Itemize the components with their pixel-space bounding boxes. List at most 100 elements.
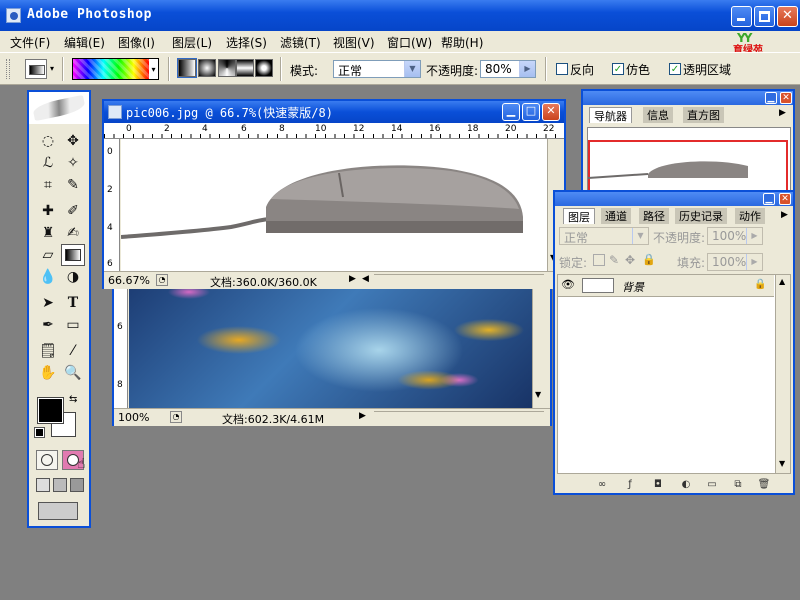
radial-gradient-button[interactable] [198, 59, 216, 77]
blend-mode-select[interactable]: 正常 ▼ [559, 227, 649, 245]
notes-tool-icon[interactable]: 🗒 [36, 340, 60, 362]
zoom-level[interactable]: 66.67% [108, 274, 150, 287]
lasso-tool-icon[interactable]: ℒ [36, 152, 60, 174]
crop-tool-icon[interactable]: ⌗ [36, 174, 60, 196]
document-close-button[interactable]: ✕ [542, 103, 560, 121]
layer-style-icon[interactable]: ƒ [623, 479, 637, 491]
tool-preset-dropdown-arrow[interactable]: ▾ [47, 59, 57, 79]
tab-histogram[interactable]: 直方图 [683, 107, 724, 123]
document-minimize-button[interactable]: ▁ [502, 103, 520, 121]
lock-all-icon[interactable]: 🔒 [642, 253, 656, 266]
hand-tool-icon[interactable]: ✋ [36, 362, 60, 384]
jump-to-imageready-button[interactable] [38, 502, 78, 520]
tab-paths[interactable]: 路径 [639, 208, 669, 224]
minimize-button[interactable] [731, 6, 752, 27]
trash-icon[interactable]: 🗑 [757, 479, 771, 491]
menu-layer[interactable]: 图层(L) [172, 34, 212, 51]
close-button[interactable]: ✕ [777, 6, 798, 27]
standard-screen-mode-button[interactable] [36, 478, 50, 492]
fish-image-canvas[interactable] [129, 280, 532, 408]
tab-actions[interactable]: 动作 [735, 208, 765, 224]
maximize-button[interactable] [754, 6, 775, 27]
options-bar-grip[interactable] [6, 59, 10, 79]
zoom-level[interactable]: 100% [118, 411, 149, 424]
foreground-color-swatch-front[interactable] [37, 397, 64, 424]
layer-row[interactable]: 👁 背景 🔒 [558, 275, 774, 297]
menu-file[interactable]: 文件(F) [10, 34, 50, 51]
full-screen-mode-button[interactable] [70, 478, 84, 492]
magic-wand-tool-icon[interactable]: ✧ [61, 152, 85, 174]
document-window-front[interactable]: pic006.jpg @ 66.7%(快速蒙版/8) ▁ □ ✕ 0 2 4 6… [102, 99, 566, 289]
pen-tool-icon[interactable]: ✒ [36, 314, 60, 336]
navigator-preview[interactable] [587, 127, 791, 195]
scroll-left-icon[interactable]: ◀ [362, 274, 369, 284]
path-selection-tool-icon[interactable]: ➤ [36, 292, 60, 314]
new-layer-icon[interactable]: ⧉ [731, 479, 745, 491]
status-menu-icon[interactable]: ◔ [170, 411, 182, 423]
eyedropper-tool-icon[interactable]: ⁄ [61, 340, 85, 362]
opacity-slider-arrow[interactable]: ▶ [746, 228, 762, 244]
eraser-tool-icon[interactable]: ▱ [36, 244, 60, 266]
navigator-panel-header[interactable]: ▁ ✕ [583, 91, 793, 105]
gradient-picker[interactable] [72, 58, 150, 80]
menu-view[interactable]: 视图(V) [333, 34, 375, 51]
app-title-bar[interactable]: Adobe Photoshop ✕ [0, 0, 800, 31]
status-menu-icon[interactable]: ◔ [156, 274, 168, 286]
clone-stamp-tool-icon[interactable]: ♜ [36, 222, 60, 244]
new-group-icon[interactable]: ▭ [705, 479, 719, 491]
lock-pixels-icon[interactable]: ✎ [609, 253, 619, 267]
status-arrow-icon[interactable]: ▶ [349, 274, 356, 284]
tab-navigator[interactable]: 导航器 [589, 107, 632, 123]
brush-tool-icon[interactable]: ✐ [61, 200, 85, 222]
menu-help[interactable]: 帮助(H) [441, 34, 483, 51]
opacity-slider-arrow[interactable]: ▶ [519, 61, 535, 77]
tab-layers[interactable]: 图层 [563, 208, 595, 224]
panel-menu-icon[interactable]: ▶ [781, 210, 788, 220]
menu-select[interactable]: 选择(S) [226, 34, 267, 51]
fill-slider-arrow[interactable]: ▶ [746, 254, 762, 270]
swap-colors-icon[interactable]: ⇆ [69, 394, 77, 405]
healing-brush-tool-icon[interactable]: ✚ [36, 200, 60, 222]
horizontal-scrollbar[interactable] [374, 274, 544, 288]
scroll-down-icon[interactable]: ▼ [535, 390, 541, 399]
panel-menu-icon[interactable]: ▶ [779, 108, 786, 118]
tab-history[interactable]: 历史记录 [675, 208, 727, 224]
zoom-tool-icon[interactable]: 🔍 [61, 362, 85, 384]
linear-gradient-button[interactable] [177, 58, 197, 78]
panel-close-button[interactable]: ✕ [780, 92, 792, 104]
tool-preset-picker[interactable] [25, 59, 47, 79]
link-layers-icon[interactable]: ∞ [595, 479, 609, 491]
tab-info[interactable]: 信息 [643, 107, 673, 123]
marquee-tool-icon[interactable]: ◌ [36, 130, 60, 152]
add-mask-icon[interactable]: ◘ [651, 479, 665, 491]
dither-checkbox[interactable]: ✓ [612, 63, 624, 75]
mouse-image-canvas[interactable] [121, 139, 547, 271]
blur-tool-icon[interactable]: 💧 [36, 266, 60, 288]
type-tool-icon[interactable]: T [61, 292, 85, 314]
angle-gradient-button[interactable] [218, 59, 236, 77]
move-tool-icon[interactable]: ✥ [61, 130, 85, 152]
full-screen-menu-mode-button[interactable] [53, 478, 67, 492]
layer-opacity-field[interactable]: 100% ▶ [707, 227, 763, 245]
default-colors-icon[interactable] [34, 427, 45, 438]
transparency-checkbox[interactable]: ✓ [669, 63, 681, 75]
layers-scrollbar[interactable]: ▲ ▼ [775, 275, 790, 473]
layers-panel-header[interactable]: ▁ ✕ [555, 192, 793, 206]
status-arrow-icon[interactable]: ▶ [359, 411, 366, 421]
reverse-checkbox[interactable] [556, 63, 568, 75]
mode-select[interactable]: 正常 ▼ [333, 60, 421, 78]
menu-image[interactable]: 图像(I) [118, 34, 155, 51]
standard-mode-button[interactable] [36, 450, 58, 470]
lock-transparency-icon[interactable] [593, 254, 605, 266]
scroll-down-icon[interactable]: ▼ [779, 459, 785, 468]
opacity-field[interactable]: 80% ▶ [480, 60, 536, 78]
document-maximize-button[interactable]: □ [522, 103, 540, 121]
vertical-scrollbar[interactable]: ▼ [532, 280, 550, 408]
gradient-picker-dropdown-arrow[interactable]: ▾ [149, 58, 159, 80]
rectangle-tool-icon[interactable]: ▭ [61, 314, 85, 336]
document-title-bar[interactable]: pic006.jpg @ 66.7%(快速蒙版/8) ▁ □ ✕ [104, 101, 564, 123]
scroll-up-icon[interactable]: ▲ [779, 277, 785, 286]
eye-visibility-icon[interactable]: 👁 [561, 278, 575, 291]
slice-tool-icon[interactable]: ✎ [61, 174, 85, 196]
dodge-tool-icon[interactable]: ◑ [61, 266, 85, 288]
